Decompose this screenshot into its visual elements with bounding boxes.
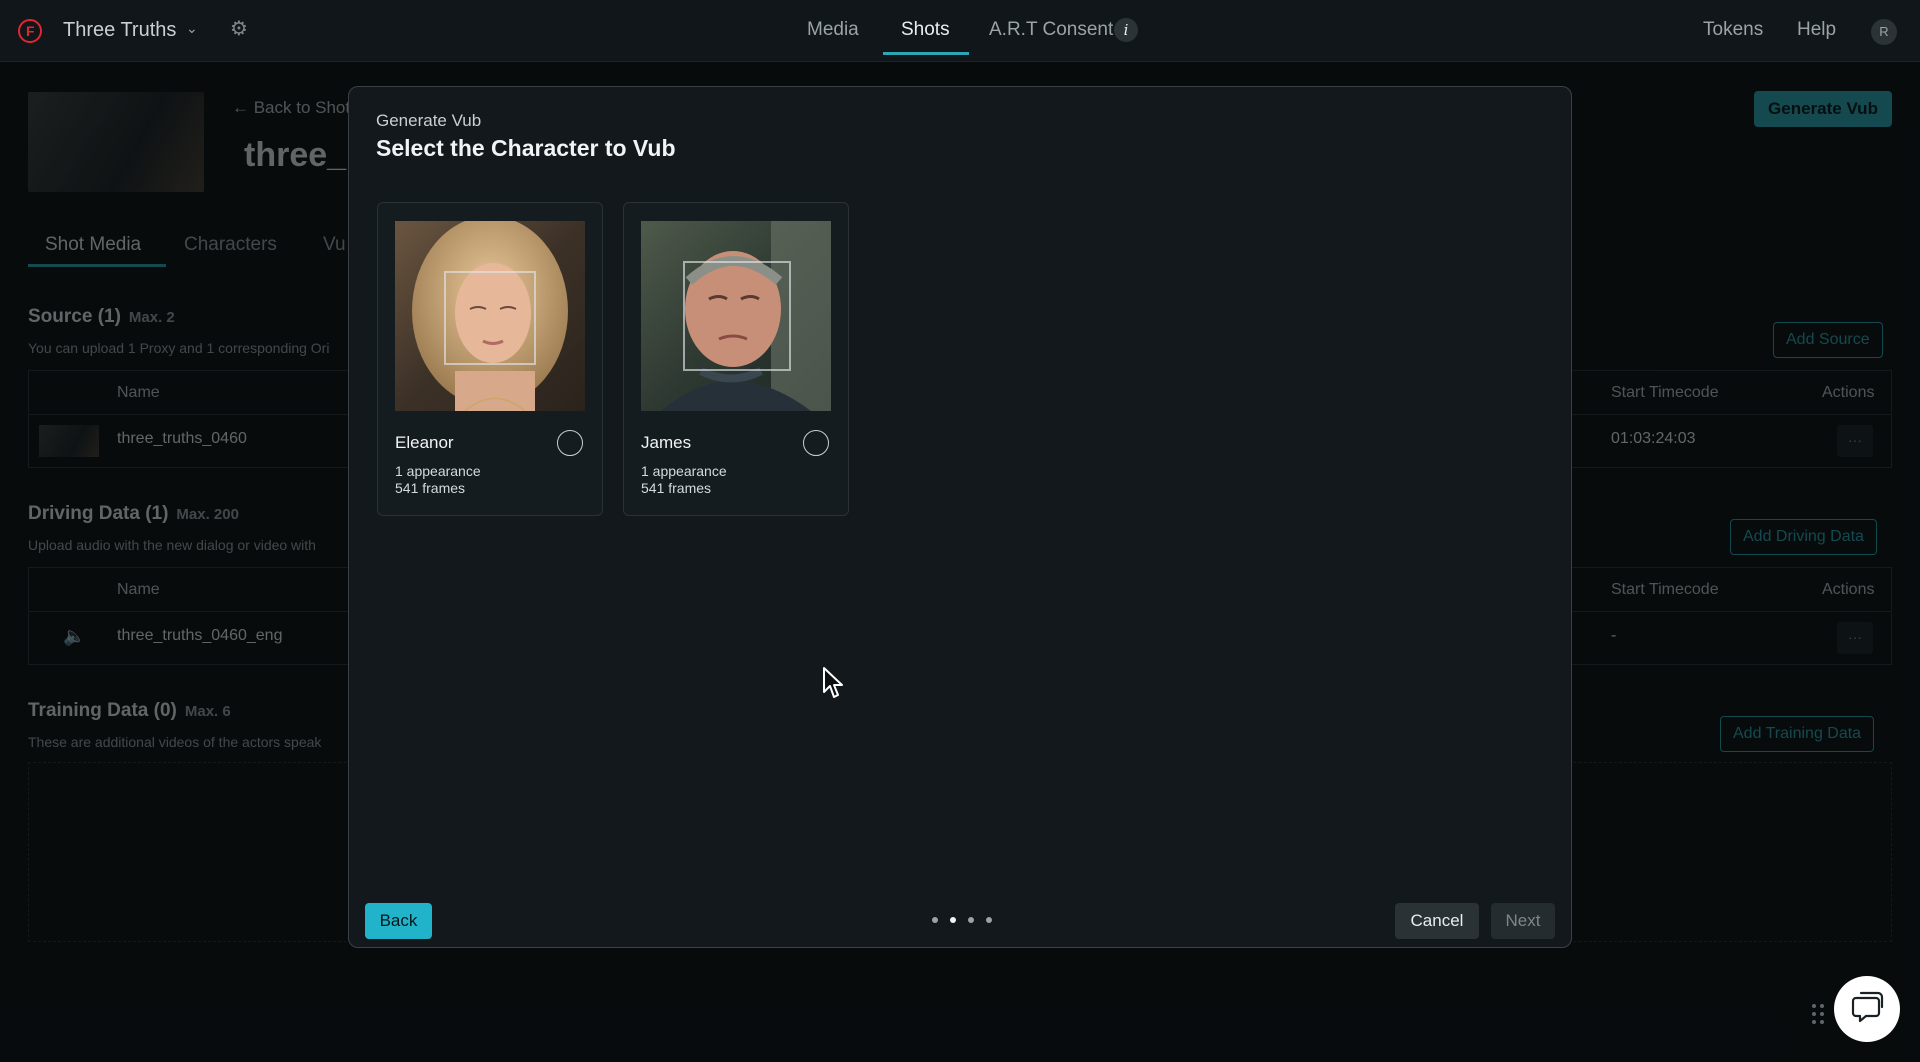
tab-art-consent[interactable]: A.R.T Consent xyxy=(989,19,1113,41)
character-name: Eleanor xyxy=(395,433,454,452)
character-name: James xyxy=(641,433,692,452)
tab-media[interactable]: Media xyxy=(807,19,859,41)
character-frames: 541 frames xyxy=(395,480,466,496)
chat-button[interactable] xyxy=(1834,976,1900,1042)
generate-vub-modal: Generate Vub Select the Character to Vub xyxy=(348,86,1572,948)
avatar[interactable]: R xyxy=(1871,19,1897,45)
step-dot xyxy=(968,917,974,923)
character-card-eleanor[interactable]: Eleanor 1 appearance 541 frames xyxy=(377,202,603,516)
step-indicator xyxy=(932,917,992,925)
character-appearances: 1 appearance xyxy=(641,463,727,479)
chat-icon xyxy=(1851,991,1884,1023)
next-button[interactable]: Next xyxy=(1491,903,1555,939)
face-detection-box xyxy=(444,271,536,365)
active-tab-indicator xyxy=(883,52,969,55)
cancel-button[interactable]: Cancel xyxy=(1395,903,1479,939)
character-photo xyxy=(395,221,585,411)
modal-title: Select the Character to Vub xyxy=(376,135,676,161)
top-nav: F Three Truths ⌄ ⚙ Media Shots A.R.T Con… xyxy=(0,0,1920,62)
tab-shots[interactable]: Shots xyxy=(901,19,950,41)
step-dot xyxy=(932,917,938,923)
gear-icon[interactable]: ⚙ xyxy=(230,19,250,39)
character-select-radio[interactable] xyxy=(803,430,829,456)
character-frames: 541 frames xyxy=(641,480,712,496)
step-dot xyxy=(986,917,992,923)
project-name[interactable]: Three Truths xyxy=(63,19,176,42)
character-card-james[interactable]: James 1 appearance 541 frames xyxy=(623,202,849,516)
chevron-down-icon[interactable]: ⌄ xyxy=(186,20,198,37)
help-link[interactable]: Help xyxy=(1797,19,1836,41)
character-select-radio[interactable] xyxy=(557,430,583,456)
drag-handle-icon[interactable] xyxy=(1810,1002,1826,1026)
logo-icon[interactable]: F xyxy=(18,19,42,43)
back-button[interactable]: Back xyxy=(365,903,432,939)
character-appearances: 1 appearance xyxy=(395,463,481,479)
info-icon[interactable]: i xyxy=(1114,18,1138,42)
step-dot-active xyxy=(950,917,956,923)
face-detection-box xyxy=(683,261,791,371)
modal-eyebrow: Generate Vub xyxy=(376,111,482,130)
cursor-icon xyxy=(823,667,843,698)
tokens-link[interactable]: Tokens xyxy=(1703,19,1763,41)
character-photo xyxy=(641,221,831,411)
